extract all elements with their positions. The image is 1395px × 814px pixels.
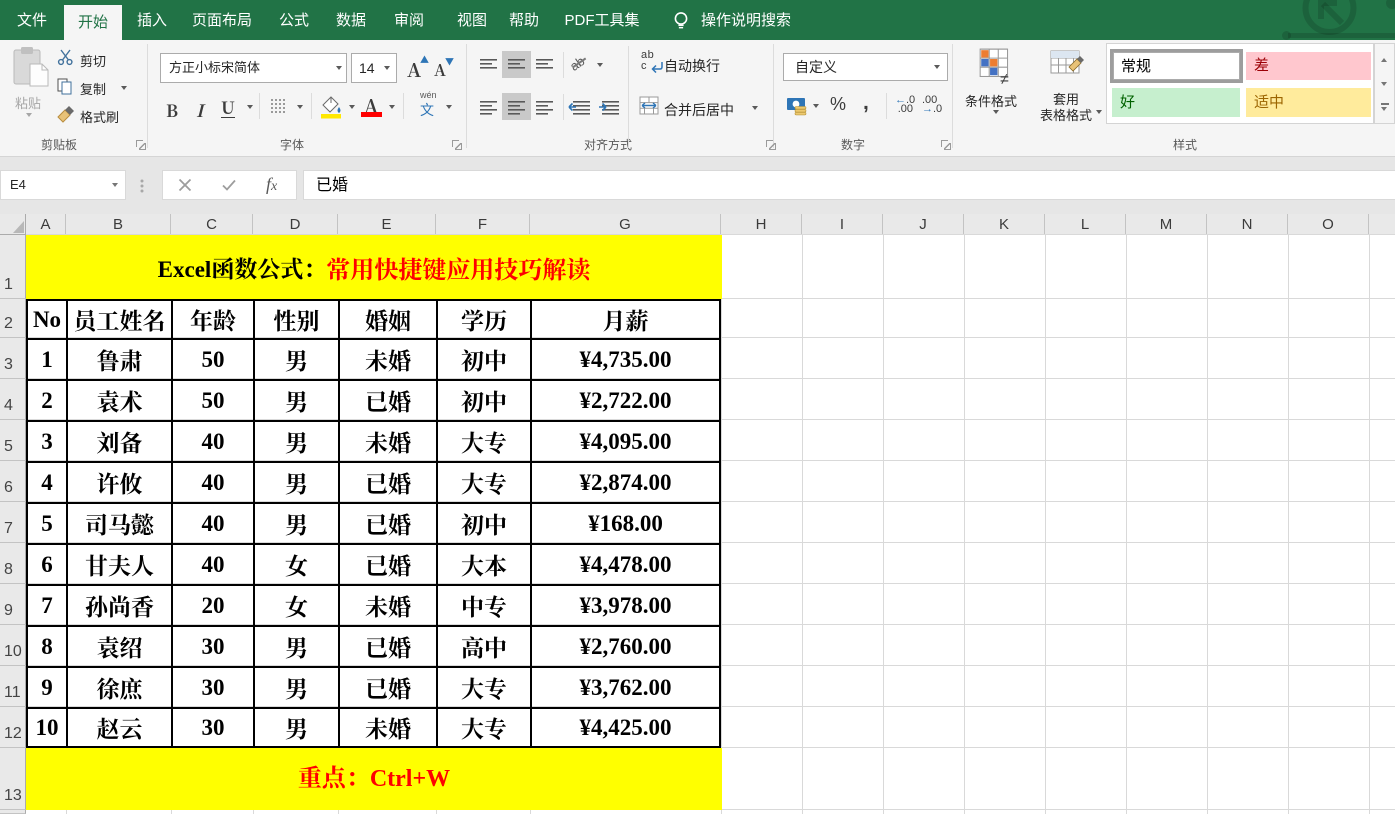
svg-text:≠: ≠ — [1000, 71, 1009, 87]
